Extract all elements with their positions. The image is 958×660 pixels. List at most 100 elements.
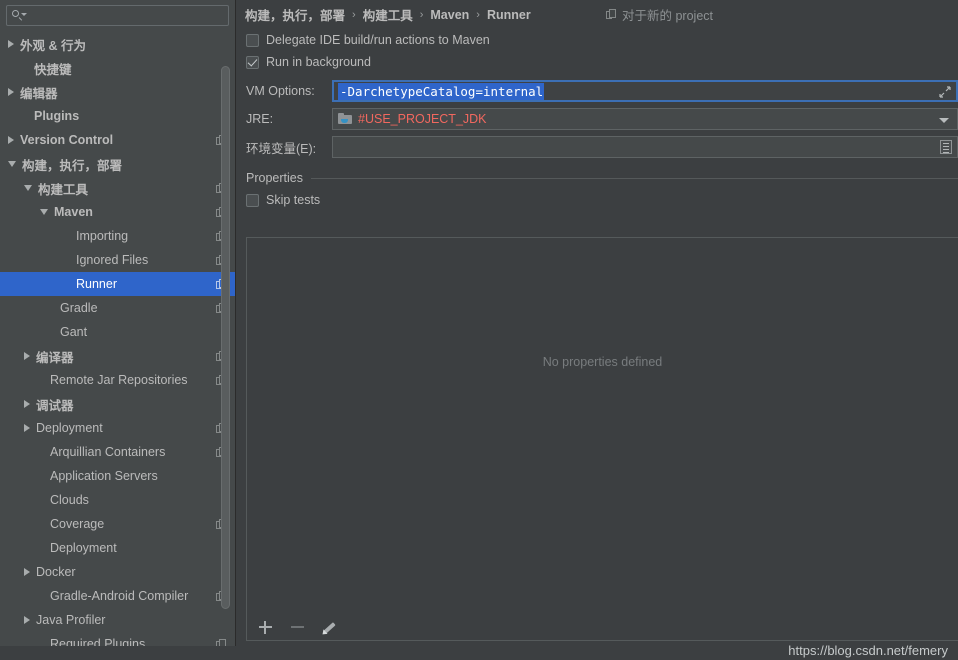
chevron-right-icon[interactable] xyxy=(24,568,30,576)
vm-options-input[interactable]: -DarchetypeCatalog=internal xyxy=(332,80,958,102)
env-vars-input[interactable] xyxy=(332,136,958,158)
sidebar-item-deployment[interactable]: Deployment xyxy=(0,536,235,560)
chevron-down-icon[interactable] xyxy=(939,118,949,123)
chevron-right-icon[interactable] xyxy=(24,400,30,408)
breadcrumb-item-1[interactable]: 构建工具 xyxy=(363,5,413,24)
sidebar-item-java-profiler[interactable]: Java Profiler xyxy=(0,608,235,632)
copy-icon[interactable] xyxy=(216,230,227,242)
sidebar-item-version-control[interactable]: Version Control xyxy=(0,128,235,152)
sidebar-item-label: Remote Jar Repositories xyxy=(50,373,188,387)
sidebar-item-label: 外观 & 行为 xyxy=(20,38,86,53)
breadcrumb: 构建，执行，部署 › 构建工具 › Maven › Runner 对于新的 pr… xyxy=(236,0,958,29)
breadcrumb-item-3[interactable]: Runner xyxy=(487,8,531,22)
skip-tests-row[interactable]: Skip tests xyxy=(236,189,958,211)
sidebar-item-label: Deployment xyxy=(50,541,117,555)
copy-icon[interactable] xyxy=(216,206,227,218)
jre-label: JRE: xyxy=(246,112,274,126)
jre-combobox[interactable]: #USE_PROJECT_JDK xyxy=(332,108,958,130)
remove-property-button xyxy=(287,617,307,637)
jre-row: JRE: #USE_PROJECT_JDK xyxy=(236,105,958,133)
copy-icon[interactable] xyxy=(216,590,227,602)
sidebar-item-label: Gant xyxy=(60,325,88,339)
copy-icon[interactable] xyxy=(216,446,227,458)
sidebar-item-label: Ignored Files xyxy=(76,253,149,267)
sidebar-item-application-servers[interactable]: Application Servers xyxy=(0,464,235,488)
list-edit-icon[interactable] xyxy=(940,140,952,154)
sidebar-item-label: Plugins xyxy=(34,109,80,123)
sidebar-item-label: Clouds xyxy=(50,493,89,507)
skip-tests-checkbox[interactable] xyxy=(246,193,259,207)
sidebar-bottom-strip xyxy=(0,646,236,660)
edit-property-button[interactable] xyxy=(319,617,339,637)
sidebar-item-maven[interactable]: Maven xyxy=(0,200,235,224)
sidebar-item-plugins[interactable]: Plugins xyxy=(0,104,235,128)
sidebar-item-docker[interactable]: Docker xyxy=(0,560,235,584)
sidebar-item-gant[interactable]: Gant xyxy=(0,320,235,344)
copy-icon[interactable] xyxy=(216,374,227,386)
vm-options-value: -DarchetypeCatalog=internal xyxy=(338,82,545,100)
search-box[interactable] xyxy=(6,5,229,26)
sidebar-item-[interactable]: 构建工具 xyxy=(0,176,235,200)
chevron-right-icon[interactable] xyxy=(8,136,14,144)
chevron-right-icon[interactable] xyxy=(8,40,14,48)
sidebar-item-[interactable]: 编译器 xyxy=(0,344,235,368)
sidebar-item-[interactable]: 外观 & 行为 xyxy=(0,32,235,56)
sidebar-item-label: Coverage xyxy=(50,517,105,531)
chevron-right-icon[interactable] xyxy=(24,352,30,360)
expand-icon[interactable] xyxy=(939,86,951,98)
chevron-down-icon[interactable] xyxy=(24,185,32,191)
sidebar-item-coverage[interactable]: Coverage xyxy=(0,512,235,536)
copy-icon[interactable] xyxy=(216,182,227,194)
search-input[interactable] xyxy=(25,7,228,24)
copy-icon[interactable] xyxy=(216,254,227,266)
copy-icon[interactable] xyxy=(216,350,227,362)
scope-hint: 对于新的 project xyxy=(606,5,958,24)
sidebar-item-label: Runner xyxy=(76,277,117,291)
breadcrumb-item-2[interactable]: Maven xyxy=(430,8,469,22)
breadcrumb-item-0[interactable]: 构建，执行，部署 xyxy=(245,5,345,24)
copy-icon[interactable] xyxy=(216,518,227,530)
sidebar-item-label: 调试器 xyxy=(36,398,74,413)
sidebar-item-arquillian-containers[interactable]: Arquillian Containers xyxy=(0,440,235,464)
add-property-button[interactable] xyxy=(255,617,275,637)
sidebar-item-gradle[interactable]: Gradle xyxy=(0,296,235,320)
chevron-down-icon[interactable] xyxy=(40,209,48,215)
sidebar-item-[interactable]: 构建，执行，部署 xyxy=(0,152,235,176)
env-vars-row: 环境变量(E): xyxy=(236,133,958,161)
sidebar-item-label: Arquillian Containers xyxy=(50,445,166,459)
sidebar-item-[interactable]: 编辑器 xyxy=(0,80,235,104)
properties-table[interactable]: No properties defined xyxy=(246,237,958,624)
sidebar-item-deployment[interactable]: Deployment xyxy=(0,416,235,440)
sidebar-item-[interactable]: 快捷键 xyxy=(0,56,235,80)
sidebar-item-clouds[interactable]: Clouds xyxy=(0,488,235,512)
sidebar-item-label: Deployment xyxy=(36,421,103,435)
sidebar-item-remote-jar-repositories[interactable]: Remote Jar Repositories xyxy=(0,368,235,392)
sidebar-item-importing[interactable]: Importing xyxy=(0,224,235,248)
sidebar-item-label: Application Servers xyxy=(50,469,158,483)
run-in-background-checkbox[interactable] xyxy=(246,55,259,69)
sidebar-item-label: 构建，执行，部署 xyxy=(22,158,123,173)
chevron-right-icon[interactable] xyxy=(24,616,30,624)
delegate-checkbox[interactable] xyxy=(246,33,259,47)
sidebar-item-label: Version Control xyxy=(20,133,114,147)
sidebar-item-runner[interactable]: Runner xyxy=(0,272,235,296)
sidebar-item-label: Docker xyxy=(36,565,76,579)
sidebar-item-gradle-android-compiler[interactable]: Gradle-Android Compiler xyxy=(0,584,235,608)
section-divider xyxy=(310,177,958,179)
chevron-right-icon[interactable] xyxy=(24,424,30,432)
delegate-row[interactable]: Delegate IDE build/run actions to Maven xyxy=(236,29,958,51)
vm-options-row: VM Options: -DarchetypeCatalog=internal xyxy=(236,77,958,105)
copy-icon[interactable] xyxy=(216,422,227,434)
settings-tree-scroll[interactable]: 外观 & 行为快捷键 编辑器 Plugins Version Control 构建，执行… xyxy=(0,32,235,660)
chevron-down-icon[interactable] xyxy=(8,161,16,167)
run-in-background-row[interactable]: Run in background xyxy=(236,51,958,73)
copy-icon[interactable] xyxy=(216,302,227,314)
settings-tree: 外观 & 行为快捷键 编辑器 Plugins Version Control 构建，执行… xyxy=(0,32,235,656)
sidebar-item-[interactable]: 调试器 xyxy=(0,392,235,416)
copy-icon[interactable] xyxy=(216,134,227,146)
run-in-background-label: Run in background xyxy=(266,55,371,69)
sidebar-item-ignored-files[interactable]: Ignored Files xyxy=(0,248,235,272)
chevron-right-icon[interactable] xyxy=(8,88,14,96)
copy-icon[interactable] xyxy=(216,278,227,290)
watermark: https://blog.csdn.net/femery xyxy=(788,643,948,658)
